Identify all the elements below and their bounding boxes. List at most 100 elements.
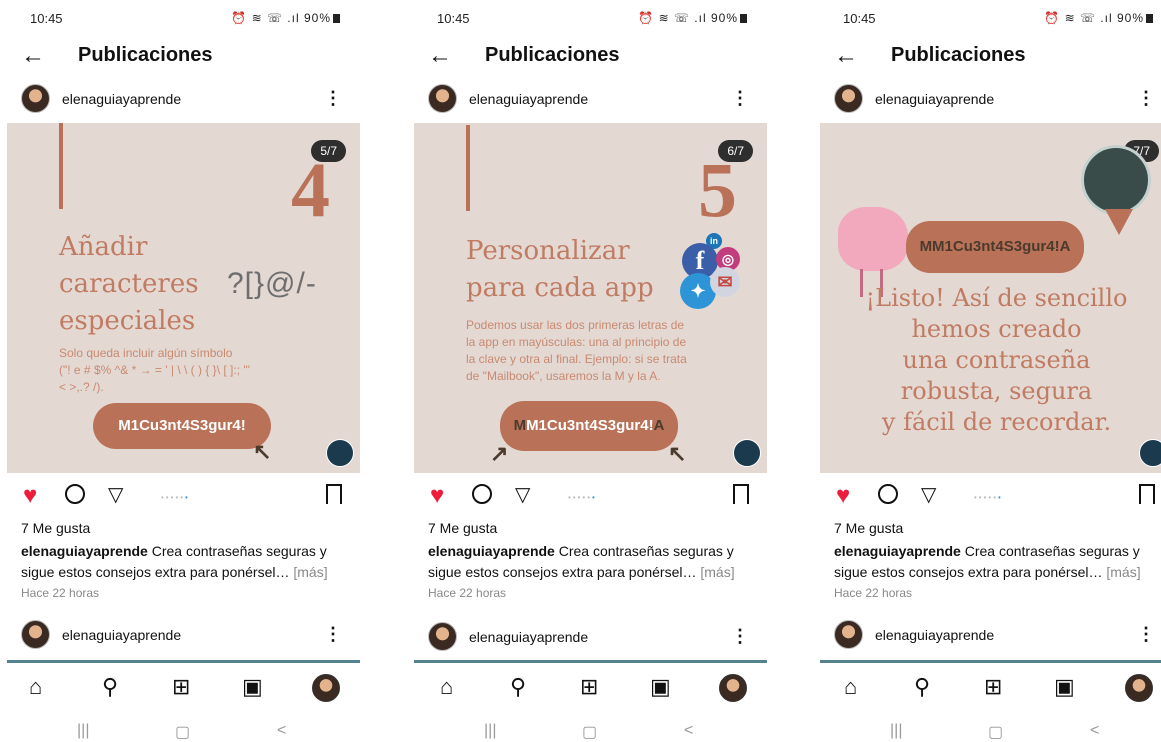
back-button[interactable]: <: [1090, 722, 1099, 740]
search-icon[interactable]: ⚲: [914, 674, 930, 700]
profile-avatar[interactable]: [1125, 674, 1153, 702]
status-icons: ⏰ ≋ ☏ .ıl 90%: [638, 11, 747, 25]
share-icon[interactable]: ▽: [108, 482, 123, 507]
like-heart-icon[interactable]: ♥: [836, 482, 850, 510]
search-icon[interactable]: ⚲: [102, 674, 118, 700]
carousel-dots: ••••••: [161, 493, 190, 502]
share-icon[interactable]: ▽: [515, 482, 530, 507]
post-username[interactable]: elenaguiayaprende: [62, 91, 181, 107]
recents-button[interactable]: |||: [890, 722, 902, 740]
page-title: Publicaciones: [485, 44, 620, 66]
status-time: 10:45: [843, 11, 876, 26]
back-arrow-icon[interactable]: ←: [21, 42, 45, 70]
post-username[interactable]: elenaguiayaprende: [875, 91, 994, 107]
more-options-icon[interactable]: ⋮: [324, 622, 342, 646]
carousel-slide[interactable]: 4 5/7 Añadir caracteres especiales ?[}@/…: [7, 123, 360, 473]
active-dot: •: [185, 493, 190, 502]
comment-icon[interactable]: [472, 484, 492, 504]
comment-icon[interactable]: [65, 484, 85, 504]
status-bar: 10:45 ⏰ ≋ ☏ .ıl 90%: [7, 8, 360, 28]
more-options-icon[interactable]: ⋮: [324, 86, 342, 110]
more-link[interactable]: [más]: [700, 564, 734, 580]
comment-icon[interactable]: [878, 484, 898, 504]
reels-icon[interactable]: ▣: [242, 674, 263, 700]
arrow-icon: ↖: [253, 439, 272, 464]
profile-avatar[interactable]: [719, 674, 747, 702]
caption-username[interactable]: elenaguiayaprende: [428, 543, 555, 559]
decorative-bar: [466, 125, 470, 211]
slide-counter: 6/7: [718, 140, 753, 162]
social-icons-cluster: in f ◎ ✦ ✉: [680, 233, 746, 309]
battery-icon: [333, 14, 340, 23]
avatar[interactable]: [428, 622, 457, 651]
home-icon[interactable]: ⌂: [844, 674, 857, 700]
next-post-header: elenaguiayaprende ⋮: [414, 622, 767, 654]
top-bar: ← Publicaciones: [7, 42, 360, 72]
bookmark-icon[interactable]: [733, 484, 749, 504]
post-caption: elenaguiayaprende Crea contraseñas segur…: [21, 541, 351, 583]
pill-core: M1Cu3nt4S3gur4!: [526, 417, 654, 434]
home-button[interactable]: ▢: [988, 722, 1003, 742]
more-options-icon[interactable]: ⋮: [731, 86, 749, 110]
inactive-dots: •••••: [974, 493, 999, 502]
back-arrow-icon[interactable]: ←: [428, 42, 452, 70]
system-nav: ||| ▢ <: [7, 722, 360, 742]
post-username[interactable]: elenaguiayaprende: [469, 91, 588, 107]
more-options-icon[interactable]: ⋮: [1137, 86, 1155, 110]
post-actions: ♥ ▽ ••••••: [7, 482, 360, 512]
more-link[interactable]: [más]: [293, 564, 327, 580]
bottom-nav: ⌂ ⚲ ⊞ ▣: [820, 674, 1161, 704]
likes-count[interactable]: 7 Me gusta: [21, 520, 90, 536]
decorative-bar: [59, 123, 63, 209]
battery-icon: [740, 14, 747, 23]
avatar[interactable]: [834, 84, 863, 113]
conclusion-line: hemos creado: [911, 315, 1082, 343]
profile-avatar[interactable]: [312, 674, 340, 702]
caption-username[interactable]: elenaguiayaprende: [21, 543, 148, 559]
battery-icon: [1146, 14, 1153, 23]
carousel-slide[interactable]: 7/7 MM1Cu3nt4S3gur4!A ¡Listo! Así de sen…: [820, 123, 1161, 473]
more-options-icon[interactable]: ⋮: [731, 624, 749, 648]
avatar[interactable]: [21, 84, 50, 113]
home-icon[interactable]: ⌂: [440, 674, 453, 700]
bookmark-icon[interactable]: [326, 484, 342, 504]
more-options-icon[interactable]: ⋮: [1137, 622, 1155, 646]
carousel-slide[interactable]: 5 6/7 Personalizar para cada app in f ◎ …: [414, 123, 767, 473]
post-caption: elenaguiayaprende Crea contraseñas segur…: [834, 541, 1161, 583]
back-button[interactable]: <: [684, 722, 693, 740]
heading-line: caracteres: [59, 269, 199, 299]
carousel-dots: ••••••: [568, 493, 597, 502]
password-pill: M1Cu3nt4S3gur4!: [93, 403, 271, 449]
recents-button[interactable]: |||: [77, 722, 89, 740]
slide-body: Podemos usar las dos primeras letras de …: [466, 317, 736, 385]
home-icon[interactable]: ⌂: [29, 674, 42, 700]
post-username[interactable]: elenaguiayaprende: [62, 627, 181, 643]
home-button[interactable]: ▢: [175, 722, 190, 742]
caption-username[interactable]: elenaguiayaprende: [834, 543, 961, 559]
avatar[interactable]: [428, 84, 457, 113]
home-button[interactable]: ▢: [582, 722, 597, 742]
like-heart-icon[interactable]: ♥: [23, 482, 37, 510]
back-arrow-icon[interactable]: ←: [834, 42, 858, 70]
reels-icon[interactable]: ▣: [1054, 674, 1075, 700]
body-line: Podemos usar las dos primeras letras de: [466, 318, 685, 332]
post-username[interactable]: elenaguiayaprende: [469, 629, 588, 645]
like-heart-icon[interactable]: ♥: [430, 482, 444, 510]
likes-count[interactable]: 7 Me gusta: [834, 520, 903, 536]
add-post-icon[interactable]: ⊞: [984, 674, 1002, 700]
reels-icon[interactable]: ▣: [650, 674, 671, 700]
post-caption: elenaguiayaprende Crea contraseñas segur…: [428, 541, 758, 583]
search-icon[interactable]: ⚲: [510, 674, 526, 700]
add-post-icon[interactable]: ⊞: [172, 674, 190, 700]
post-username[interactable]: elenaguiayaprende: [875, 627, 994, 643]
recents-button[interactable]: |||: [484, 722, 496, 740]
avatar[interactable]: [21, 620, 50, 649]
slide-heading: Añadir caracteres especiales: [59, 229, 199, 340]
likes-count[interactable]: 7 Me gusta: [428, 520, 497, 536]
avatar[interactable]: [834, 620, 863, 649]
add-post-icon[interactable]: ⊞: [580, 674, 598, 700]
back-button[interactable]: <: [277, 722, 286, 740]
share-icon[interactable]: ▽: [921, 482, 936, 507]
more-link[interactable]: [más]: [1106, 564, 1140, 580]
bookmark-icon[interactable]: [1139, 484, 1155, 504]
